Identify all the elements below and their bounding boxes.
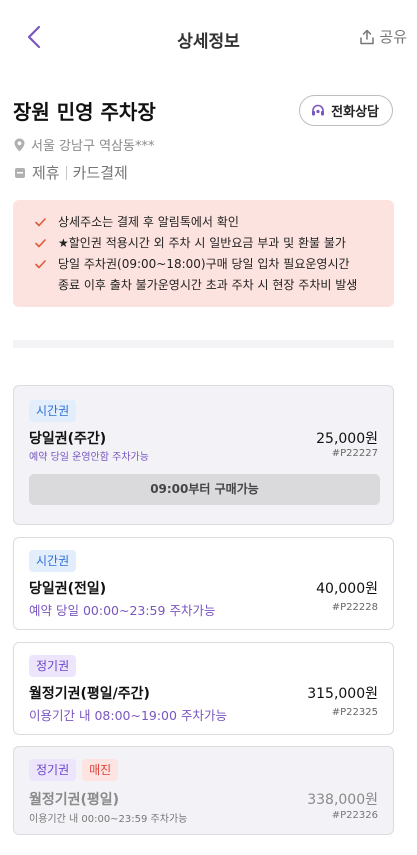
badge-time-pass: 시간권 xyxy=(29,400,77,422)
product-name: 당일권(주간) xyxy=(29,431,107,447)
section-divider xyxy=(13,340,394,348)
page-title: 상세정보 xyxy=(177,32,240,52)
check-icon xyxy=(35,254,49,275)
phone-consult-label: 전화상담 xyxy=(331,105,379,120)
card-payment-icon xyxy=(15,167,25,178)
product-card[interactable]: 시간권 당일권(주간) 25,000원 예약 당일 운영안함 주차가능 #P22… xyxy=(13,385,394,525)
badge-row: 시간권 xyxy=(29,550,77,572)
product-description: 예약 당일 00:00~23:59 주차가능 xyxy=(29,603,216,618)
tag-card-payment: 카드결제 xyxy=(72,164,128,182)
notice-text: ★할인권 적용시간 외 주차 시 일반요금 부과 및 환불 불가 xyxy=(58,236,346,250)
notice-item: 상세주소는 결제 후 알림톡에서 확인 xyxy=(35,212,378,233)
product-name: 월정기권(평일) xyxy=(29,792,120,808)
badge-time-pass: 시간권 xyxy=(29,550,77,572)
check-icon xyxy=(35,212,49,233)
product-card[interactable]: 시간권 당일권(전일) 40,000원 예약 당일 00:00~23:59 주차… xyxy=(13,537,394,630)
badge-row: 정기권 매진 xyxy=(29,759,119,781)
notice-text: 종료 이후 출차 불가운영시간 초과 주차 시 현장 주차비 발생 xyxy=(58,278,358,292)
badge-row: 정기권 xyxy=(29,655,77,677)
share-upload-icon xyxy=(360,29,375,44)
notice-text: 당일 주차권(09:00~18:00)구매 당일 입차 필요운영시간 xyxy=(58,257,350,271)
badge-season-pass: 정기권 xyxy=(29,655,77,677)
product-code: #P22325 xyxy=(331,707,378,718)
product-card[interactable]: 정기권 월정기권(평일/주간) 315,000원 이용기간 내 08:00~19… xyxy=(13,642,394,735)
headset-icon xyxy=(312,104,325,115)
product-price: 315,000원 xyxy=(307,686,378,702)
badge-season-pass: 정기권 xyxy=(29,759,77,781)
notice-item: ★할인권 적용시간 외 주차 시 일반요금 부과 및 환불 불가 xyxy=(35,233,378,254)
product-description: 이용기간 내 00:00~23:59 주차가능 xyxy=(29,814,188,825)
parking-lot-name: 장원 민영 주차장 xyxy=(13,100,156,124)
product-price: 25,000원 xyxy=(316,431,378,447)
badge-sold-out: 매진 xyxy=(82,759,119,781)
top-app-bar: 상세정보 공유 xyxy=(0,0,417,76)
product-description: 이용기간 내 08:00~19:00 주차가능 xyxy=(29,708,227,723)
notice-text: 상세주소는 결제 후 알림톡에서 확인 xyxy=(58,215,239,229)
location-pin-icon xyxy=(14,138,25,151)
product-name: 당일권(전일) xyxy=(29,581,107,597)
address-text: 서울 강남구 역삼동*** xyxy=(31,139,155,154)
product-code: #P22326 xyxy=(331,810,378,821)
product-price: 40,000원 xyxy=(316,581,378,597)
product-name: 월정기권(평일/주간) xyxy=(29,686,150,702)
check-icon xyxy=(35,233,49,254)
feature-tags: 제휴 카드결제 xyxy=(14,162,128,183)
notice-item: 당일 주차권(09:00~18:00)구매 당일 입차 필요운영시간 xyxy=(35,254,378,275)
notice-box: 상세주소는 결제 후 알림톡에서 확인 ★할인권 적용시간 외 주차 시 일반요… xyxy=(13,200,394,307)
purchase-available-button[interactable]: 09:00부터 구매가능 xyxy=(29,474,380,505)
share-label: 공유 xyxy=(379,28,407,46)
product-card: 정기권 매진 월정기권(평일) 338,000원 이용기간 내 00:00~23… xyxy=(13,746,394,835)
product-price: 338,000원 xyxy=(307,792,378,808)
tag-partner: 제휴 xyxy=(32,164,60,182)
address-row: 서울 강남구 역삼동*** xyxy=(14,135,154,154)
product-code: #P22227 xyxy=(331,448,378,459)
tag-divider xyxy=(65,165,67,180)
notice-item-continuation: 종료 이후 출차 불가운영시간 초과 주차 시 현장 주차비 발생 xyxy=(35,275,378,296)
product-code: #P22228 xyxy=(331,602,378,613)
share-button[interactable]: 공유 xyxy=(359,26,407,47)
badge-row: 시간권 xyxy=(29,400,77,422)
phone-consult-button[interactable]: 전화상담 xyxy=(299,95,393,126)
product-description: 예약 당일 운영안함 주차가능 xyxy=(29,452,149,463)
